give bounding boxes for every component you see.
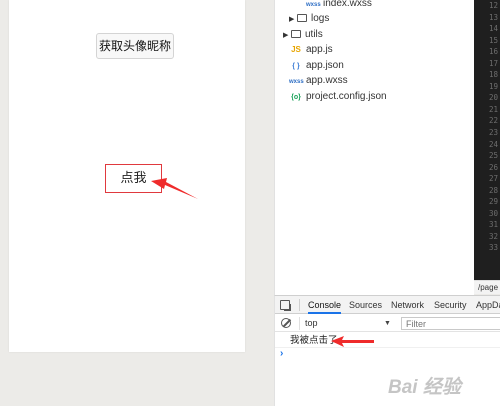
line-number: 19	[488, 81, 498, 91]
tree-item-index-wxss[interactable]: wxss index.wxss	[306, 0, 372, 11]
tab-divider	[299, 299, 300, 311]
line-number: 29	[488, 197, 498, 207]
tree-item-label: project.config.json	[306, 91, 387, 102]
line-number: 15	[488, 35, 498, 45]
editor-line-gutter: 12 13 14 15 16 17 18 19 20 21 22 23 24 2…	[474, 0, 500, 280]
line-number: 23	[488, 128, 498, 138]
tab-sources[interactable]: Sources	[349, 296, 382, 314]
tree-item-label: utils	[305, 29, 323, 40]
line-number: 31	[488, 220, 498, 230]
tree-item-label: app.js	[306, 44, 333, 55]
editor-path-bar: /page	[474, 280, 500, 294]
tab-console[interactable]: Console	[308, 296, 342, 314]
triangle-down-icon[interactable]: ▼	[384, 317, 391, 330]
line-number: 18	[488, 70, 498, 80]
devtools-panel: Console Sources Network Security AppData…	[274, 295, 500, 406]
folder-icon	[291, 30, 301, 38]
line-number: 21	[488, 104, 498, 114]
simulator-screen: 获取头像昵称 点我	[9, 0, 245, 352]
tree-item-label: app.wxss	[306, 75, 348, 86]
tree-item-app-json[interactable]: { } app.json	[289, 58, 344, 73]
tab-appdata[interactable]: AppData	[476, 296, 500, 314]
console-log-message: 我被点击了	[275, 333, 500, 348]
config-icon: {o}	[291, 94, 301, 101]
line-number: 22	[488, 116, 498, 126]
tree-item-project-config[interactable]: {o} project.config.json	[289, 89, 387, 104]
click-me-button[interactable]: 点我	[105, 164, 162, 193]
tree-item-label: app.json	[306, 60, 344, 71]
line-number: 26	[488, 162, 498, 172]
console-prompt-icon[interactable]: ›	[280, 349, 283, 359]
tree-item-label: logs	[311, 13, 330, 24]
tab-network[interactable]: Network	[391, 296, 424, 314]
js-icon: JS	[291, 45, 301, 54]
tree-item-logs[interactable]: ▶ logs	[289, 11, 329, 26]
file-tree: wxss index.wxss ▶ logs ▶ utils JS app.js { }…	[274, 0, 474, 295]
line-number: 20	[488, 93, 498, 103]
line-number: 25	[488, 151, 498, 161]
context-select[interactable]: top	[299, 317, 395, 330]
line-number: 14	[488, 24, 498, 34]
clear-console-icon[interactable]	[281, 318, 291, 328]
tree-item-app-wxss[interactable]: wxss app.wxss	[289, 73, 348, 88]
line-number: 24	[488, 139, 498, 149]
inspect-element-icon[interactable]	[280, 300, 290, 310]
folder-icon	[297, 14, 307, 22]
console-filterbar: top ▼	[275, 315, 500, 332]
line-number: 32	[488, 231, 498, 241]
line-number: 30	[488, 208, 498, 218]
line-number: 12	[488, 1, 498, 10]
line-number: 33	[488, 243, 498, 253]
tab-security[interactable]: Security	[434, 296, 467, 314]
caret-right-icon[interactable]: ▶	[283, 28, 291, 43]
caret-right-icon[interactable]: ▶	[289, 12, 297, 27]
json-icon: { }	[292, 63, 300, 70]
line-number: 16	[488, 47, 498, 57]
wxss-icon: wxss	[289, 79, 304, 85]
tree-item-app-js[interactable]: JS app.js	[289, 42, 333, 57]
console-filter-input[interactable]	[401, 317, 500, 330]
line-number: 17	[488, 58, 498, 68]
line-number: 28	[488, 185, 498, 195]
get-avatar-nickname-button[interactable]: 获取头像昵称	[96, 33, 174, 59]
line-number: 13	[488, 12, 498, 22]
devtools-tabbar: Console Sources Network Security AppData	[275, 296, 500, 314]
tree-item-utils[interactable]: ▶ utils	[283, 27, 323, 42]
line-number: 27	[488, 174, 498, 184]
tree-item-label: index.wxss	[323, 0, 372, 9]
